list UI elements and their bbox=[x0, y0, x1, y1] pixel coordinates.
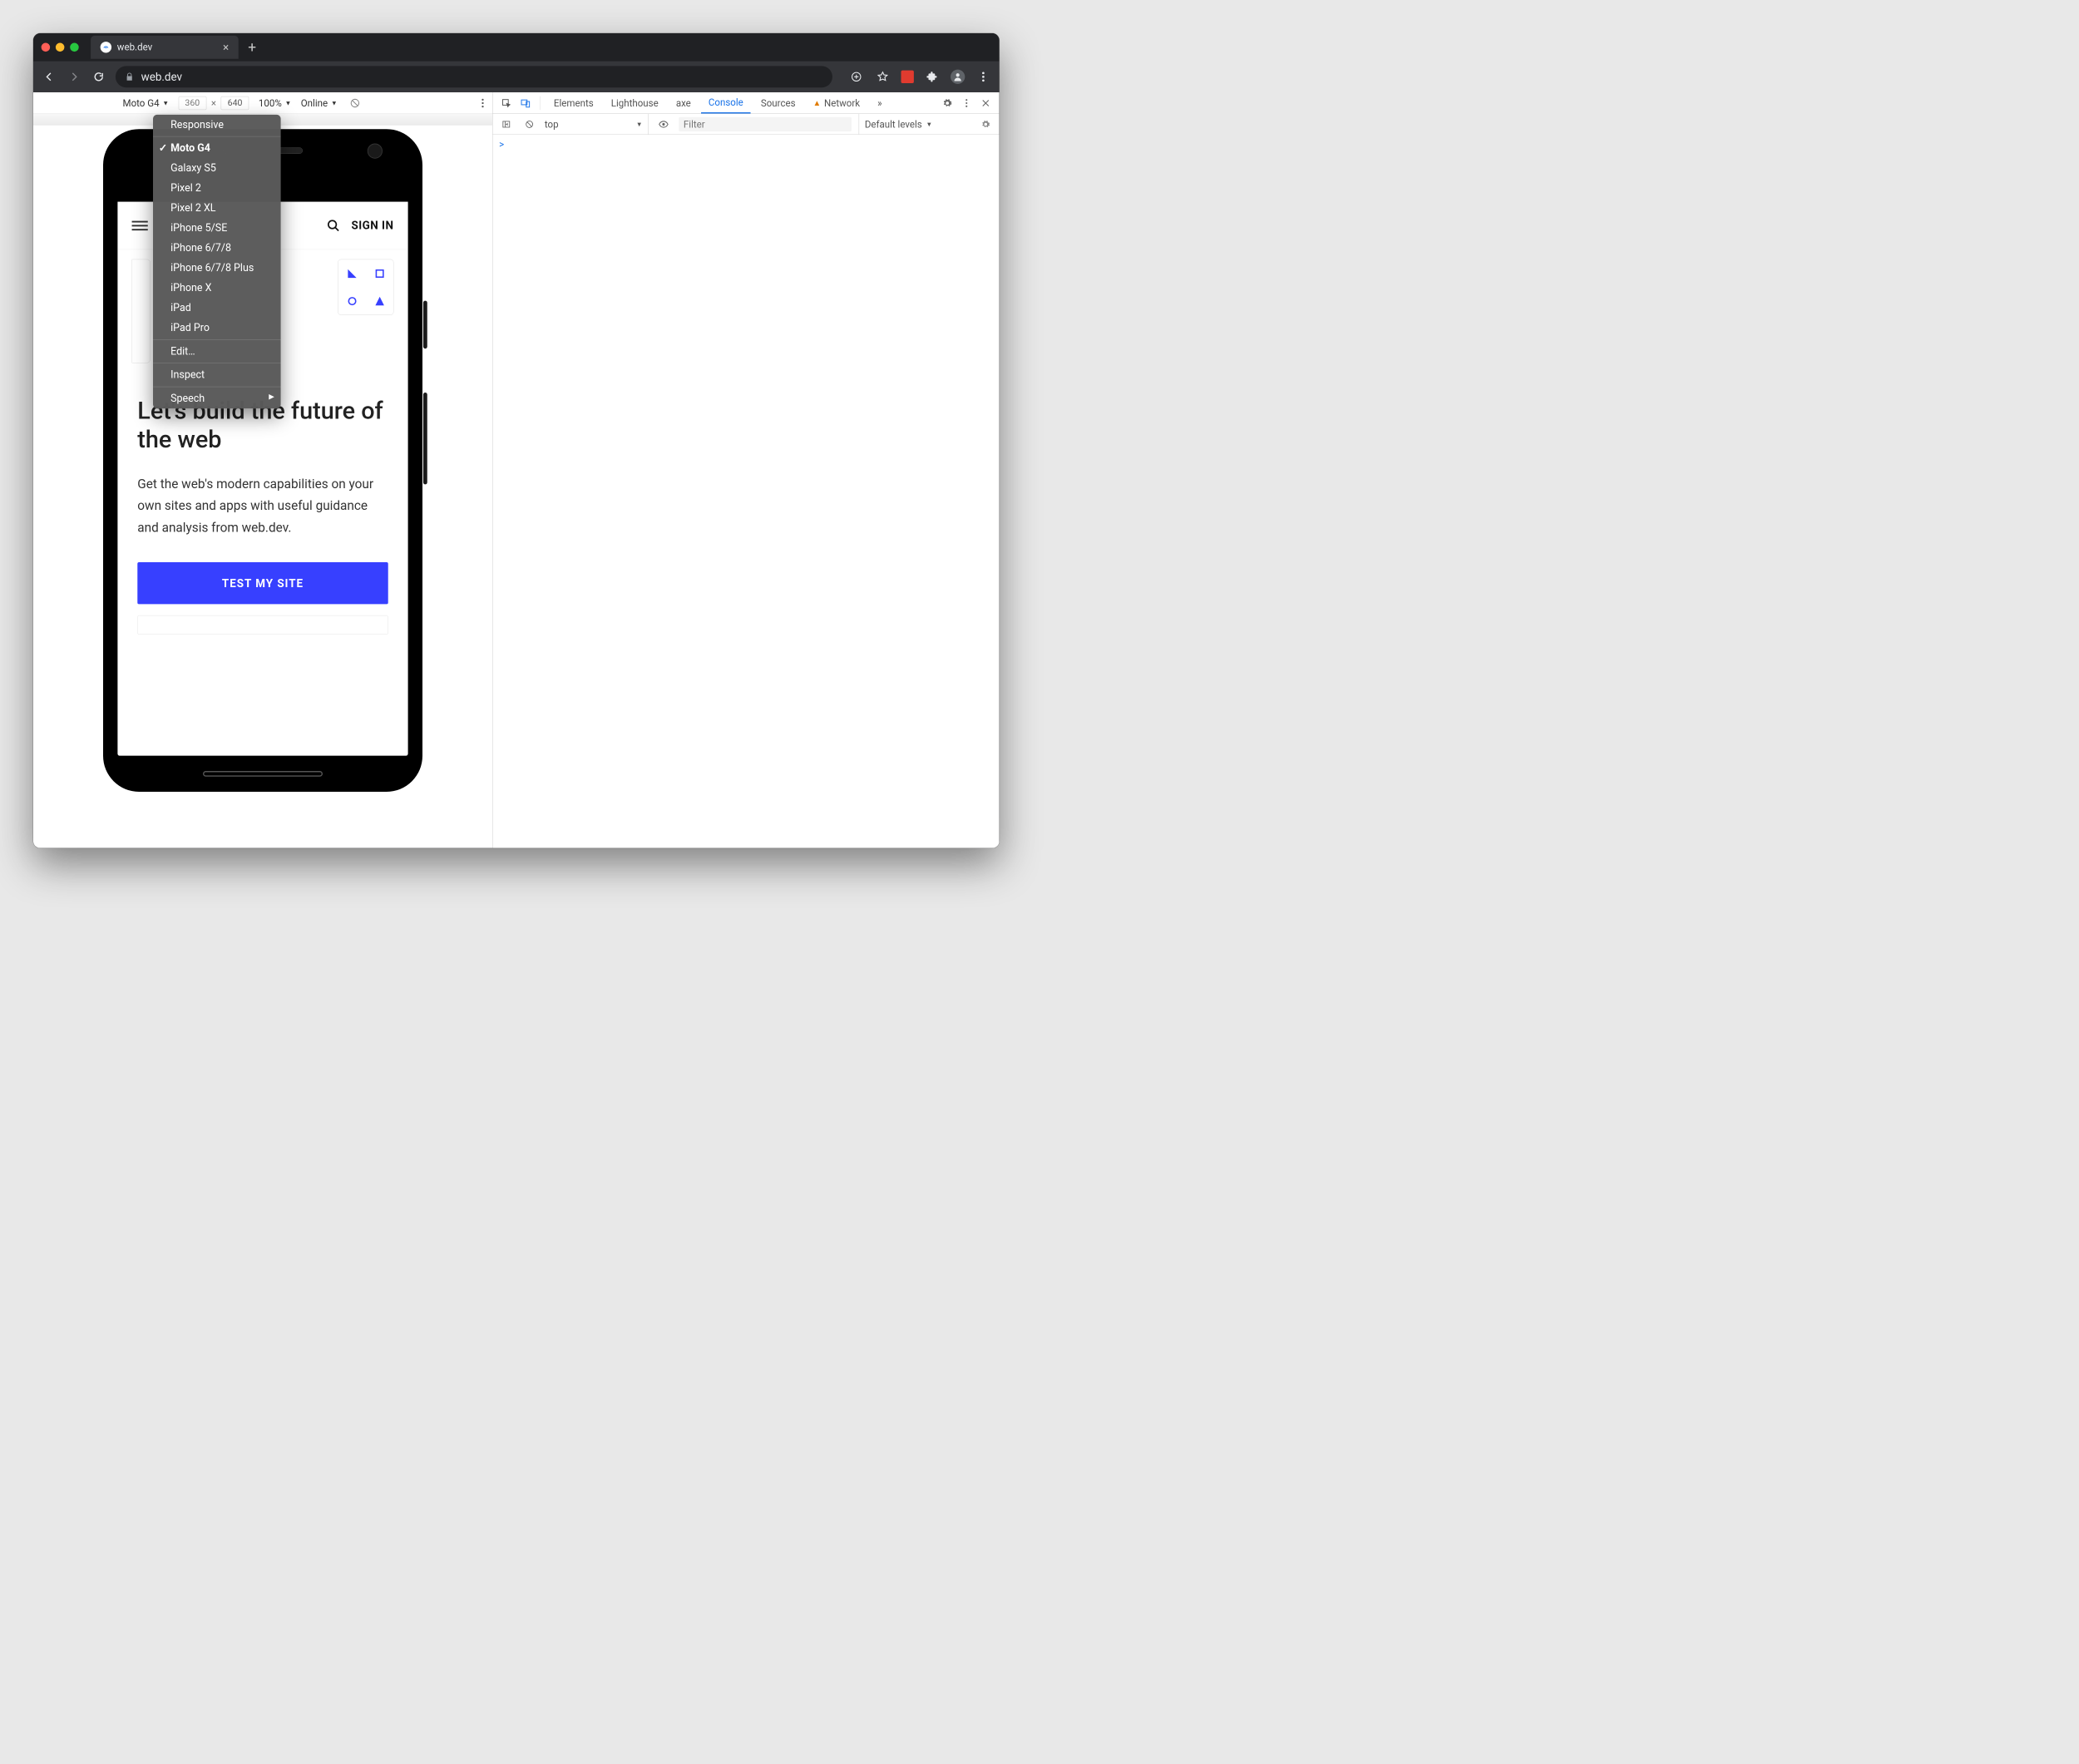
console-sidebar-toggle[interactable] bbox=[498, 116, 514, 132]
device-height-input[interactable]: 640 bbox=[221, 96, 249, 110]
hero-card-left bbox=[132, 259, 151, 363]
device-select[interactable]: Moto G4 ▼ bbox=[123, 97, 169, 108]
tab-elements[interactable]: Elements bbox=[546, 92, 600, 113]
browser-tab[interactable]: web.dev × bbox=[91, 36, 239, 59]
chevron-down-icon: ▼ bbox=[926, 120, 933, 128]
menu-item-galaxy-s5[interactable]: Galaxy S5 bbox=[153, 158, 281, 178]
execution-context-select[interactable]: top ▼ bbox=[545, 114, 649, 134]
profile-button[interactable] bbox=[951, 70, 965, 84]
menu-item-inspect[interactable]: Inspect bbox=[153, 365, 281, 385]
close-window-button[interactable] bbox=[42, 43, 51, 52]
back-button[interactable] bbox=[42, 69, 57, 85]
tab-title: web.dev bbox=[117, 42, 152, 52]
levels-label: Default levels bbox=[865, 118, 922, 129]
window-controls bbox=[42, 43, 79, 52]
console-prompt: > bbox=[499, 139, 504, 150]
search-icon[interactable] bbox=[327, 219, 340, 232]
reload-button[interactable] bbox=[91, 69, 106, 85]
device-width-input[interactable]: 360 bbox=[179, 96, 207, 110]
menu-item-pixel-2-xl[interactable]: Pixel 2 XL bbox=[153, 198, 281, 218]
add-page-button[interactable] bbox=[848, 69, 864, 85]
tab-console[interactable]: Console bbox=[701, 92, 750, 113]
tab-sources[interactable]: Sources bbox=[753, 92, 802, 113]
console-toolbar: top ▼ Default levels ▼ bbox=[492, 114, 999, 135]
device-select-label: Moto G4 bbox=[123, 97, 160, 108]
secondary-card bbox=[137, 615, 388, 635]
tab-network[interactable]: ▲ Network bbox=[806, 92, 867, 113]
menu-icon[interactable] bbox=[132, 220, 148, 230]
forward-button bbox=[66, 69, 81, 85]
console-filter[interactable] bbox=[679, 117, 852, 131]
chevron-down-icon: ▼ bbox=[162, 99, 169, 107]
devtools-pane: Elements Lighthouse axe Console Sources … bbox=[492, 92, 1000, 848]
hero-section: Let's build the future of the web Get th… bbox=[117, 373, 407, 659]
devtools-close-button[interactable] bbox=[978, 95, 994, 111]
devtools-menu-button[interactable] bbox=[959, 95, 975, 111]
throttle-label: Online bbox=[301, 97, 328, 108]
tab-close-icon[interactable]: × bbox=[223, 41, 229, 54]
phone-camera bbox=[368, 143, 383, 158]
extensions-button[interactable] bbox=[924, 69, 940, 85]
devtools-tabs: Elements Lighthouse axe Console Sources … bbox=[492, 92, 999, 114]
zoom-label: 100% bbox=[259, 97, 282, 108]
extension-icon[interactable] bbox=[901, 71, 914, 83]
lock-icon bbox=[125, 72, 134, 82]
menu-item-ipad-pro[interactable]: iPad Pro bbox=[153, 318, 281, 338]
device-toolbar-menu[interactable] bbox=[481, 98, 485, 108]
tab-lighthouse[interactable]: Lighthouse bbox=[604, 92, 665, 113]
toolbar-actions bbox=[848, 69, 991, 85]
browser-window: web.dev × + web.dev bbox=[33, 33, 1000, 848]
minimize-window-button[interactable] bbox=[56, 43, 65, 52]
throttling-select[interactable]: Online ▼ bbox=[301, 97, 338, 108]
maximize-window-button[interactable] bbox=[70, 43, 79, 52]
chevron-down-icon: ▼ bbox=[331, 99, 338, 107]
phone-home-bar bbox=[203, 771, 323, 777]
menu-item-iphone-x[interactable]: iPhone X bbox=[153, 278, 281, 298]
zoom-select[interactable]: 100% ▼ bbox=[259, 97, 291, 108]
menu-item-moto-g4[interactable]: Moto G4 bbox=[153, 138, 281, 158]
sign-in-link[interactable]: SIGN IN bbox=[351, 219, 393, 232]
menu-item-responsive[interactable]: Responsive bbox=[153, 115, 281, 135]
tab-favicon bbox=[101, 42, 111, 52]
chevron-down-icon: ▼ bbox=[285, 99, 292, 107]
filter-input[interactable] bbox=[679, 117, 852, 131]
browser-menu-button[interactable] bbox=[975, 69, 991, 85]
menu-item-edit[interactable]: Edit… bbox=[153, 342, 281, 362]
titlebar: web.dev × + bbox=[33, 33, 1000, 62]
menu-item-ipad[interactable]: iPad bbox=[153, 298, 281, 318]
tabs-overflow[interactable]: » bbox=[871, 92, 890, 113]
menu-item-iphone-678-plus[interactable]: iPhone 6/7/8 Plus bbox=[153, 258, 281, 278]
menu-item-speech[interactable]: Speech bbox=[153, 388, 281, 408]
tab-axe[interactable]: axe bbox=[669, 92, 698, 113]
url-toolbar: web.dev bbox=[33, 62, 1000, 92]
bookmark-button[interactable] bbox=[875, 69, 891, 85]
menu-item-pixel-2[interactable]: Pixel 2 bbox=[153, 178, 281, 198]
hero-body: Get the web's modern capabilities on you… bbox=[137, 473, 388, 538]
menu-item-iphone-678[interactable]: iPhone 6/7/8 bbox=[153, 238, 281, 258]
address-bar[interactable]: web.dev bbox=[116, 66, 832, 87]
hero-card-right bbox=[338, 259, 393, 315]
devtools-settings-button[interactable] bbox=[940, 95, 956, 111]
url-text: web.dev bbox=[141, 70, 182, 83]
new-tab-button[interactable]: + bbox=[248, 39, 256, 56]
warning-icon: ▲ bbox=[813, 98, 822, 108]
menu-item-iphone-5-se[interactable]: iPhone 5/SE bbox=[153, 218, 281, 238]
device-toolbar: Moto G4 ▼ 360 × 640 100% ▼ Online ▼ bbox=[33, 92, 492, 114]
context-label: top bbox=[545, 118, 559, 129]
live-expression-button[interactable] bbox=[655, 116, 671, 132]
rotate-button[interactable] bbox=[347, 95, 363, 111]
device-emulation-pane: Moto G4 ▼ 360 × 640 100% ▼ Online ▼ bbox=[33, 92, 492, 848]
device-dropdown-menu: Responsive Moto G4 Galaxy S5 Pixel 2 Pix… bbox=[153, 115, 281, 408]
console-body[interactable]: > bbox=[492, 135, 999, 848]
content-area: Moto G4 ▼ 360 × 640 100% ▼ Online ▼ bbox=[33, 92, 1000, 848]
clear-console-button[interactable] bbox=[521, 116, 537, 132]
dimension-separator: × bbox=[211, 97, 216, 108]
log-levels-select[interactable]: Default levels ▼ bbox=[859, 114, 970, 134]
toggle-device-toolbar-button[interactable] bbox=[517, 95, 533, 111]
inspect-element-button[interactable] bbox=[498, 95, 514, 111]
test-my-site-button[interactable]: TEST MY SITE bbox=[137, 562, 388, 604]
chevron-down-icon: ▼ bbox=[636, 120, 643, 128]
console-settings-button[interactable] bbox=[978, 116, 994, 132]
